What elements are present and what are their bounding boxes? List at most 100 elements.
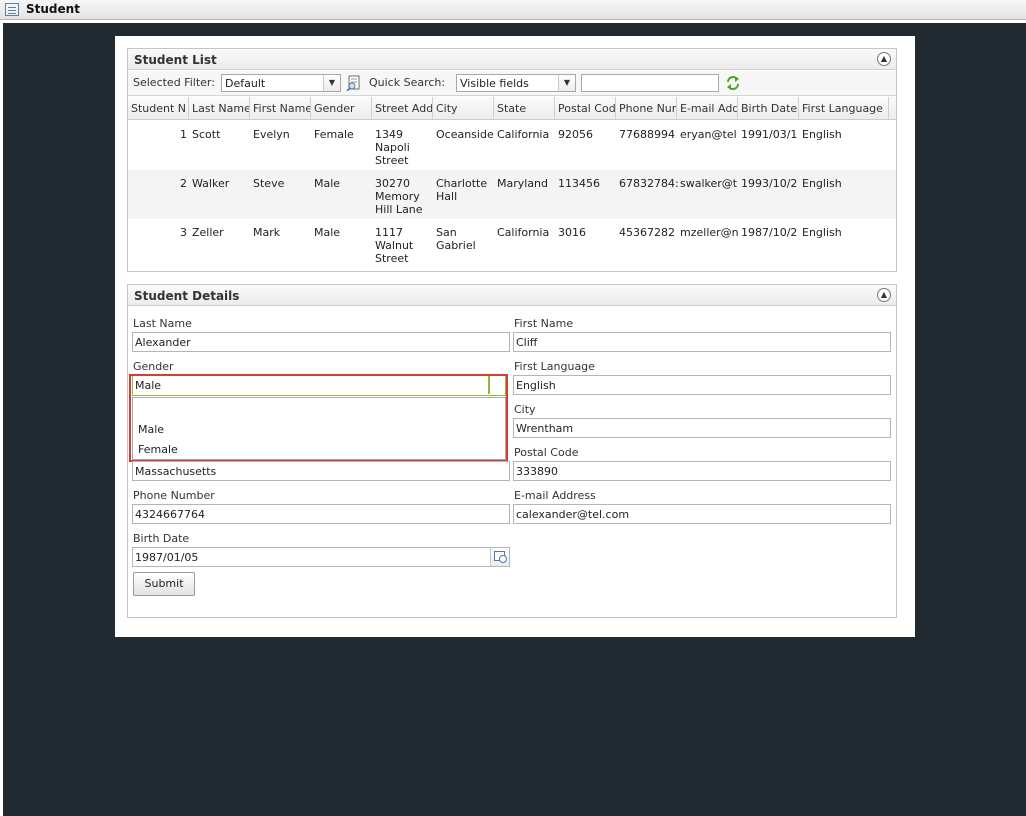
postal-code-value: 333890: [516, 465, 558, 478]
cell-city: Charlotte Hall: [436, 177, 488, 203]
state-field[interactable]: Massachusetts: [132, 461, 510, 481]
state-value: Massachusetts: [135, 465, 217, 478]
column-header[interactable]: Birth Date: [738, 97, 799, 120]
student-list-title: Student List: [134, 53, 217, 67]
cell-state: Maryland: [497, 177, 549, 190]
birth-date-field[interactable]: 1987/01/05: [132, 547, 510, 567]
gender-select-value: Male: [135, 379, 162, 392]
cell-postal: 3016: [558, 226, 586, 239]
column-header[interactable]: Last Name: [189, 97, 250, 120]
student-details-header: Student Details ▲: [128, 285, 896, 306]
cell-first-language: English: [802, 177, 842, 190]
column-header[interactable]: Street Add: [372, 97, 433, 120]
chevron-down-icon[interactable]: ▼: [558, 75, 575, 91]
quick-search-input[interactable]: [581, 74, 719, 92]
column-header[interactable]: State: [494, 97, 555, 120]
column-header[interactable]: E-mail Add: [677, 97, 738, 120]
filter-select[interactable]: Default ▼: [221, 74, 341, 92]
gender-select[interactable]: Male: [132, 375, 506, 396]
submit-button[interactable]: Submit: [133, 572, 195, 596]
cell-city: Oceanside: [436, 128, 494, 141]
quick-search-label: Quick Search:: [369, 76, 446, 89]
column-header[interactable]: Gender: [311, 97, 372, 120]
student-list-panel: Student List ▲ Selected Filter: Default …: [127, 48, 897, 272]
phone-value: 4324667764: [135, 508, 205, 521]
window-titlebar: Student: [0, 0, 1026, 20]
last-name-value: Alexander: [135, 336, 191, 349]
first-language-field[interactable]: English: [513, 375, 891, 395]
cell-first-name: Evelyn: [253, 128, 290, 141]
table-row[interactable]: 1 Scott Evelyn Female 1349 Napoli Street…: [128, 121, 896, 170]
collapse-up-icon[interactable]: ▲: [877, 288, 891, 302]
phone-field[interactable]: 4324667764: [132, 504, 510, 524]
birth-date-label: Birth Date: [133, 532, 190, 545]
cell-state: California: [497, 226, 550, 239]
cell-last-name: Scott: [192, 128, 221, 141]
last-name-field[interactable]: Alexander: [132, 332, 510, 352]
cell-gender: Female: [314, 128, 354, 141]
cell-postal: 113456: [558, 177, 600, 190]
collapse-up-icon[interactable]: ▲: [877, 52, 891, 66]
column-header[interactable]: First Name: [250, 97, 311, 120]
cell-city: San Gabriel: [436, 226, 476, 252]
column-header[interactable]: City: [433, 97, 494, 120]
cell-birth-date: 1987/10/2: [741, 226, 798, 239]
cell-birth-date: 1993/10/2: [741, 177, 798, 190]
grid-header: Student N Last Name First Name Gender St…: [128, 97, 896, 120]
cell-street: 1349 Napoli Street: [375, 128, 410, 167]
cell-state: California: [497, 128, 550, 141]
cell-birth-date: 1991/03/1: [741, 128, 798, 141]
gender-label: Gender: [133, 360, 174, 373]
calendar-icon[interactable]: [490, 548, 509, 566]
table-row[interactable]: 2 Walker Steve Male 30270 Memory Hill La…: [128, 170, 896, 219]
cell-first-language: English: [802, 128, 842, 141]
birth-date-value: 1987/01/05: [135, 551, 199, 564]
dropdown-arrow-icon[interactable]: [488, 376, 505, 394]
refresh-icon[interactable]: [726, 75, 740, 91]
window-title: Student: [26, 2, 80, 16]
list-toolbar: Selected Filter: Default ▼ Quick Search:…: [128, 71, 896, 96]
postal-code-label: Postal Code: [514, 446, 579, 459]
student-details-title: Student Details: [134, 289, 240, 303]
first-name-field[interactable]: Cliff: [513, 332, 891, 352]
cell-last-name: Walker: [192, 177, 230, 190]
column-header[interactable]: Postal Cod: [555, 97, 616, 120]
cell-first-name: Mark: [253, 226, 281, 239]
phone-label: Phone Number: [133, 489, 215, 502]
cell-gender: Male: [314, 226, 341, 239]
column-header[interactable]: First Language: [799, 97, 889, 120]
gender-option-female[interactable]: Female: [138, 443, 178, 456]
cell-phone: 67832784:: [619, 177, 678, 190]
cell-student-number: 1: [180, 128, 187, 141]
city-label: City: [514, 403, 536, 416]
city-value: Wrentham: [516, 422, 574, 435]
quick-search-scope-select[interactable]: Visible fields ▼: [456, 74, 576, 92]
filter-label: Selected Filter:: [133, 76, 215, 89]
cell-street: 1117 Walnut Street: [375, 226, 414, 265]
cell-last-name: Zeller: [192, 226, 224, 239]
student-list-header: Student List ▲: [128, 49, 896, 70]
postal-code-field[interactable]: 333890: [513, 461, 891, 481]
cell-street: 30270 Memory Hill Lane: [375, 177, 423, 216]
column-header[interactable]: Student N: [128, 97, 189, 120]
chevron-down-icon[interactable]: ▼: [323, 75, 340, 91]
first-name-value: Cliff: [516, 336, 538, 349]
gender-option-male[interactable]: Male: [138, 423, 164, 436]
cell-email: swalker@t: [680, 177, 738, 190]
column-header[interactable]: Phone Num: [616, 97, 677, 120]
table-row[interactable]: 3 Zeller Mark Male 1117 Walnut Street Sa…: [128, 219, 896, 268]
cell-phone: 45367282: [619, 226, 675, 239]
cell-email: mzeller@n: [680, 226, 738, 239]
gender-dropdown-list: Male Female: [132, 397, 506, 460]
first-language-label: First Language: [514, 360, 595, 373]
cell-phone: 77688994: [619, 128, 675, 141]
cell-first-name: Steve: [253, 177, 285, 190]
last-name-label: Last Name: [133, 317, 192, 330]
filter-select-value: Default: [225, 77, 266, 90]
cell-first-language: English: [802, 226, 842, 239]
window-list-icon: [5, 3, 19, 16]
quick-search-scope-value: Visible fields: [460, 77, 529, 90]
city-field[interactable]: Wrentham: [513, 418, 891, 438]
filter-edit-icon[interactable]: [346, 75, 362, 91]
email-field[interactable]: calexander@tel.com: [513, 504, 891, 524]
